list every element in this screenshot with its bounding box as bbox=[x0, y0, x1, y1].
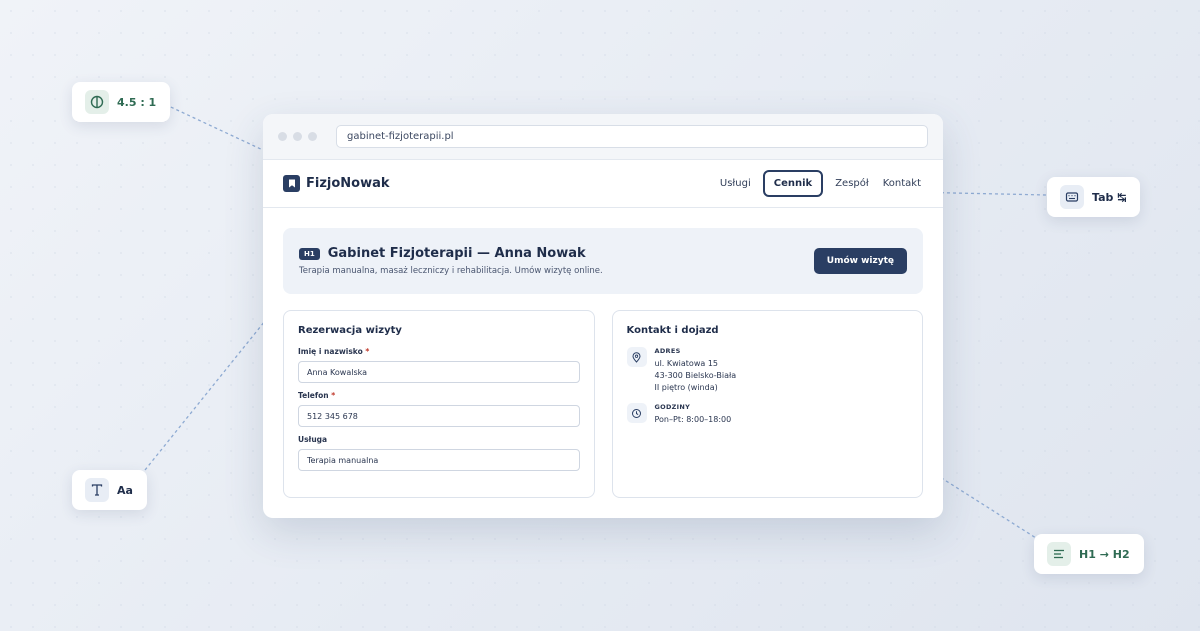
site-logo[interactable]: FizjoNowak bbox=[283, 175, 390, 192]
logo-text: FizjoNowak bbox=[306, 176, 390, 191]
site-header: FizjoNowak Usługi Cennik Zespół Kontakt bbox=[263, 160, 943, 208]
window-dot-close[interactable] bbox=[278, 132, 287, 141]
address-bar[interactable]: gabinet-fizjoterapii.pl bbox=[336, 125, 928, 148]
booking-card: Rezerwacja wizyty Imię i nazwisko * Anna… bbox=[283, 310, 595, 498]
heading-level-tag: H1 bbox=[299, 247, 320, 260]
phone-field[interactable]: 512 345 678 bbox=[298, 405, 580, 427]
service-label: Usługa bbox=[298, 435, 328, 444]
hero-subtitle: Terapia manualna, masaż leczniczy i reha… bbox=[299, 266, 603, 276]
address-line: II piętro (winda) bbox=[654, 383, 718, 392]
contact-title: Kontakt i dojazd bbox=[626, 325, 719, 336]
required-marker: * bbox=[331, 391, 336, 400]
hero-banner: H1 Gabinet Fizjoterapii — Anna Nowak Ter… bbox=[283, 228, 923, 294]
service-field[interactable]: Terapia manualna bbox=[298, 449, 580, 471]
address-line: 43-300 Bielsko-Biała bbox=[654, 371, 737, 380]
address-label: ADRES bbox=[654, 347, 681, 355]
heading-badge-text: H1 → H2 bbox=[1079, 547, 1130, 561]
hours-block: GODZINY Pon–Pt: 8:00–18:00 bbox=[626, 403, 909, 426]
page-title: Gabinet Fizjoterapii — Anna Nowak bbox=[327, 246, 586, 261]
nav-item-zespol[interactable]: Zespół bbox=[833, 172, 871, 195]
heading-icon bbox=[1047, 542, 1071, 566]
phone-label: Telefon * bbox=[298, 391, 336, 400]
keyboard-icon bbox=[1060, 185, 1084, 209]
contrast-badge: 4.5 : 1 bbox=[72, 82, 171, 122]
bookmark-icon bbox=[283, 175, 300, 192]
address-line: ul. Kwiatowa 15 bbox=[654, 359, 719, 368]
contrast-ratio-text: 4.5 : 1 bbox=[117, 95, 157, 109]
booking-title: Rezerwacja wizyty bbox=[298, 325, 402, 336]
text-icon bbox=[85, 478, 109, 502]
nav-item-uslugi[interactable]: Usługi bbox=[718, 172, 753, 195]
window-dot-maximize[interactable] bbox=[308, 132, 317, 141]
browser-chrome: gabinet-fizjoterapii.pl bbox=[263, 114, 943, 160]
address-block: ADRES ul. Kwiatowa 15 43-300 Bielsko-Bia… bbox=[626, 347, 909, 394]
name-field[interactable]: Anna Kowalska bbox=[298, 361, 580, 383]
nav-item-kontakt[interactable]: Kontakt bbox=[881, 172, 923, 195]
location-pin-icon bbox=[626, 347, 647, 367]
book-visit-button[interactable]: Umów wizytę bbox=[813, 248, 907, 274]
font-badge-text: Aa bbox=[117, 483, 133, 497]
name-label: Imię i nazwisko * bbox=[298, 347, 370, 356]
window-dot-minimize[interactable] bbox=[293, 132, 302, 141]
required-marker: * bbox=[365, 347, 370, 356]
clock-icon bbox=[626, 403, 647, 423]
keyboard-badge: Tab ↹ bbox=[1047, 177, 1141, 217]
keyboard-badge-text: Tab ↹ bbox=[1092, 190, 1127, 204]
contact-card: Kontakt i dojazd ADRES ul. Kwiatowa 15 4… bbox=[611, 310, 923, 498]
browser-window: gabinet-fizjoterapii.pl FizjoNowak Usług… bbox=[263, 114, 943, 518]
hours-label: GODZINY bbox=[654, 403, 691, 411]
nav-item-cennik[interactable]: Cennik bbox=[762, 170, 824, 197]
heading-badge: H1 → H2 bbox=[1034, 534, 1144, 574]
font-badge: Aa bbox=[72, 470, 147, 510]
contrast-icon bbox=[85, 90, 109, 114]
main-nav: Usługi Cennik Zespół Kontakt bbox=[718, 170, 923, 197]
hours-line: Pon–Pt: 8:00–18:00 bbox=[654, 415, 732, 424]
